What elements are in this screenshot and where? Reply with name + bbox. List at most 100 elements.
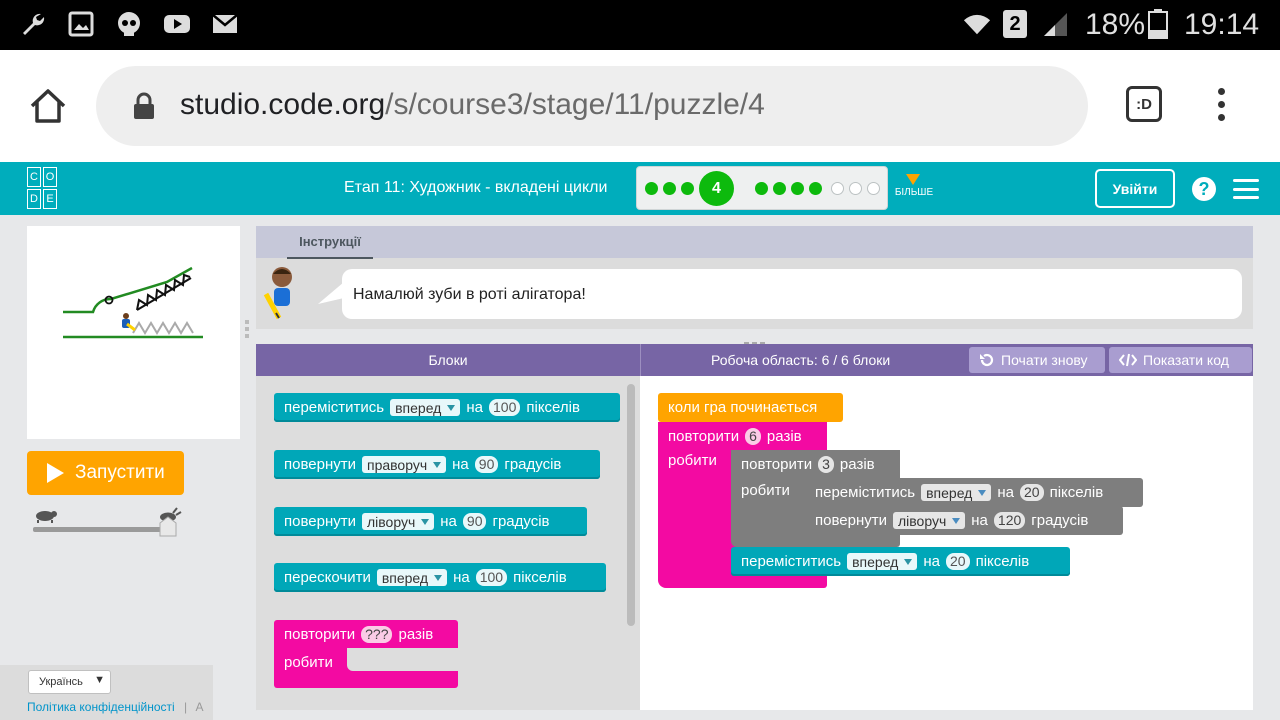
home-icon[interactable] bbox=[28, 86, 68, 131]
pixels-field[interactable]: 20 bbox=[1020, 484, 1044, 501]
language-select[interactable]: Українсь ▼ bbox=[28, 670, 111, 694]
repeat-3-header: повторити 3 разів bbox=[741, 456, 875, 473]
do-label: робити bbox=[284, 654, 333, 671]
dropdown-arrow-icon bbox=[904, 558, 913, 565]
speed-slider[interactable] bbox=[30, 507, 190, 547]
wrench-icon bbox=[19, 10, 47, 38]
dropdown-arrow-icon bbox=[952, 517, 961, 524]
tab-instructions[interactable]: Інструкції bbox=[287, 234, 373, 259]
toolbox-repeat-block[interactable]: повторити??? разів робити bbox=[274, 620, 458, 688]
tab-switcher-icon[interactable]: :D bbox=[1126, 86, 1162, 122]
youtube-icon bbox=[163, 10, 191, 38]
overflow-menu-icon[interactable] bbox=[1218, 88, 1228, 121]
restart-icon bbox=[980, 353, 994, 367]
puzzle-progress: 4 bbox=[636, 166, 888, 210]
direction-dropdown[interactable]: праворуч bbox=[361, 456, 447, 473]
progress-dot[interactable] bbox=[755, 182, 768, 195]
url-text: studio.code.org/s/course3/stage/11/puzzl… bbox=[180, 88, 765, 121]
direction-dropdown[interactable]: ліворуч bbox=[892, 512, 966, 529]
horizontal-resize-handle[interactable] bbox=[744, 334, 766, 347]
wifi-icon bbox=[963, 10, 991, 38]
progress-dot[interactable] bbox=[849, 182, 862, 195]
workspace-header: Блоки Робоча область: 6 / 6 блоки Почати… bbox=[256, 344, 1253, 376]
move-forward-20-block[interactable]: переміститись вперед на 20 пікселів bbox=[805, 478, 1143, 507]
more-button[interactable]: БІЛЬШЕ bbox=[894, 174, 934, 198]
sign-in-button[interactable]: Увійти bbox=[1095, 169, 1175, 208]
workspace-title: Робоча область: 6 / 6 блоки bbox=[711, 352, 891, 368]
pixels-field[interactable]: 20 bbox=[946, 553, 970, 570]
skull-icon bbox=[115, 10, 143, 38]
start-over-button[interactable]: Почати знову bbox=[969, 347, 1105, 373]
code-logo[interactable]: CO DE bbox=[27, 167, 73, 211]
stage-title: Етап 11: Художник - вкладені цикли bbox=[344, 179, 608, 196]
direction-dropdown[interactable]: ліворуч bbox=[361, 513, 435, 530]
progress-dot[interactable] bbox=[773, 182, 786, 195]
dropdown-arrow-icon bbox=[434, 574, 443, 581]
dropdown-arrow-icon bbox=[433, 461, 442, 468]
instruction-text: Намалюй зуби в роті алігатора! bbox=[342, 269, 1242, 319]
progress-dot[interactable] bbox=[663, 182, 676, 195]
toolbox-jump-forward-block[interactable]: перескочити вперед на 100 пікселів bbox=[274, 563, 606, 592]
privacy-link[interactable]: Політика конфіденційності | A bbox=[27, 700, 203, 714]
direction-dropdown[interactable]: вперед bbox=[921, 484, 992, 501]
main-area: Запустити Українсь ▼ Політика конфіденці… bbox=[0, 215, 1280, 720]
show-code-button[interactable]: Показати код bbox=[1109, 347, 1252, 373]
do-label: робити bbox=[741, 482, 790, 499]
direction-dropdown[interactable]: вперед bbox=[390, 399, 461, 416]
degrees-field[interactable]: 90 bbox=[462, 513, 487, 530]
clock: 19:14 bbox=[1184, 8, 1260, 41]
sim-indicator: 2 bbox=[1003, 10, 1027, 38]
progress-dot[interactable] bbox=[809, 182, 822, 195]
repeat-count-field[interactable]: ??? bbox=[361, 626, 393, 643]
repeat-6-header: повторити 6 разів bbox=[668, 428, 802, 445]
site-header: CO DE Етап 11: Художник - вкладені цикли… bbox=[0, 162, 1280, 215]
progress-dot[interactable] bbox=[681, 182, 694, 195]
help-icon[interactable]: ? bbox=[1192, 177, 1216, 201]
artist-avatar bbox=[262, 264, 302, 320]
status-bar: 2 18% 19:14 bbox=[0, 0, 1280, 50]
play-icon bbox=[47, 463, 64, 483]
do-label: робити bbox=[668, 452, 717, 469]
run-button[interactable]: Запустити bbox=[27, 451, 184, 495]
when-run-block[interactable]: коли гра починається bbox=[658, 393, 843, 422]
direction-dropdown[interactable]: вперед bbox=[376, 569, 448, 586]
drawing-canvas bbox=[27, 226, 240, 439]
toolbox-move-forward-block[interactable]: переміститись вперед на 100 пікселів bbox=[274, 393, 620, 422]
repeat-count-field[interactable]: 6 bbox=[745, 428, 761, 445]
instructions-tab-bar: Інструкції bbox=[256, 226, 1253, 259]
current-puzzle-dot[interactable]: 4 bbox=[699, 171, 734, 206]
dropdown-arrow-icon bbox=[978, 489, 987, 496]
progress-dot[interactable] bbox=[831, 182, 844, 195]
toolbox-turn-right-block[interactable]: повернути праворуч на 90 градусів bbox=[274, 450, 600, 479]
browser-toolbar: studio.code.org/s/course3/stage/11/puzzl… bbox=[0, 50, 1280, 162]
progress-dot[interactable] bbox=[645, 182, 658, 195]
direction-dropdown[interactable]: вперед bbox=[847, 553, 918, 570]
block-toolbox: переміститись вперед на 100 пікселів поверну… bbox=[256, 376, 640, 710]
turtle-icon bbox=[36, 511, 57, 523]
degrees-field[interactable]: 90 bbox=[474, 456, 499, 473]
hamburger-menu-icon[interactable] bbox=[1233, 179, 1259, 199]
battery-percent: 18% bbox=[1085, 8, 1146, 41]
program-workspace[interactable]: коли гра починається повторити 6 разів роб… bbox=[640, 376, 1253, 710]
repeat-header: повторити??? разів bbox=[284, 626, 434, 643]
progress-dot[interactable] bbox=[867, 182, 880, 195]
pixels-field[interactable]: 100 bbox=[489, 399, 521, 416]
toolbox-scrollbar[interactable] bbox=[627, 384, 635, 626]
dropdown-arrow-icon bbox=[421, 518, 430, 525]
address-bar[interactable]: studio.code.org/s/course3/stage/11/puzzl… bbox=[96, 66, 1088, 146]
speech-bubble-tail bbox=[318, 282, 344, 304]
vertical-resize-handle[interactable] bbox=[245, 320, 249, 340]
progress-dot[interactable] bbox=[791, 182, 804, 195]
caret-down-icon bbox=[906, 174, 920, 185]
instructions-panel: Інструкції Намалюй зуби в роті алігатора… bbox=[256, 226, 1253, 329]
lock-icon bbox=[132, 92, 156, 125]
repeat-count-field[interactable]: 3 bbox=[818, 456, 834, 473]
mail-icon bbox=[211, 10, 239, 38]
toolbox-title: Блоки bbox=[428, 352, 468, 368]
turn-left-120-block[interactable]: повернути ліворуч на 120 градусів bbox=[805, 506, 1123, 535]
dropdown-arrow-icon: ▼ bbox=[94, 674, 105, 686]
move-forward-20-outer-block[interactable]: переміститись вперед на 20 пікселів bbox=[731, 547, 1070, 576]
toolbox-turn-left-block[interactable]: повернути ліворуч на 90 градусів bbox=[274, 507, 587, 536]
pixels-field[interactable]: 100 bbox=[475, 569, 508, 586]
degrees-field[interactable]: 120 bbox=[993, 512, 1026, 529]
